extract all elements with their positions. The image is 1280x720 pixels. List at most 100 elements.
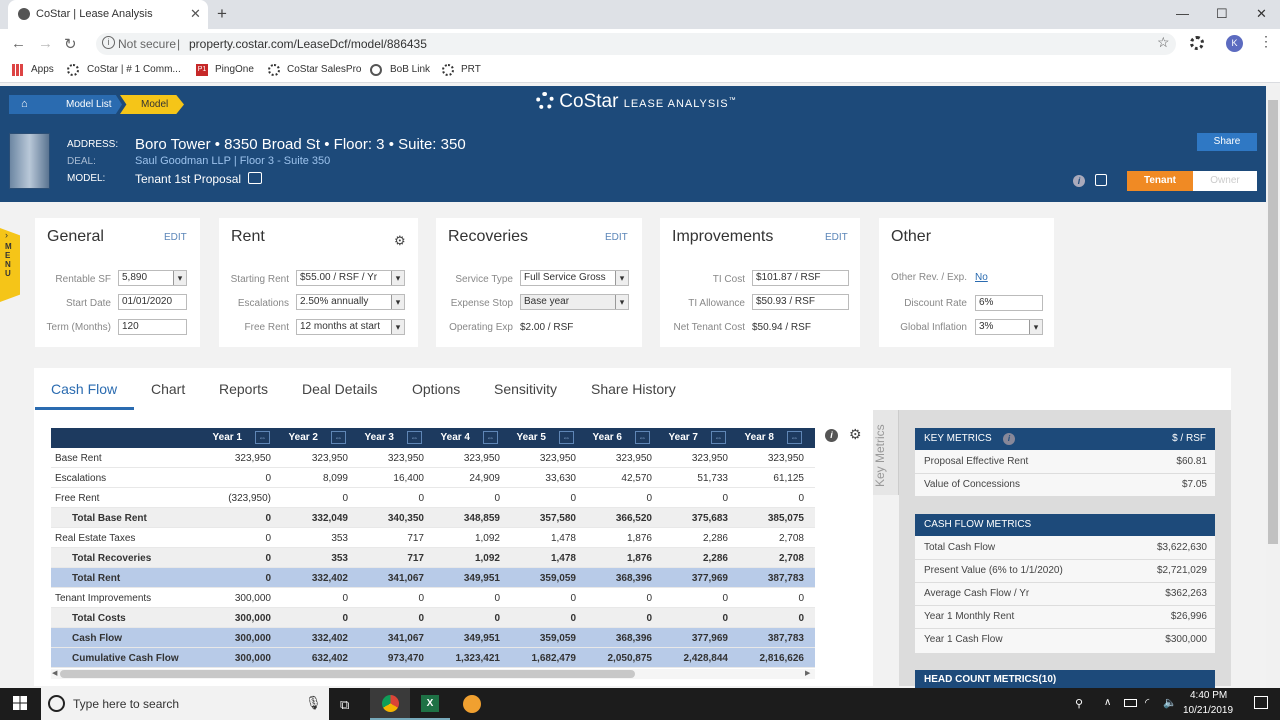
maximize-button[interactable]: ☐ [1216,6,1228,22]
key-metrics-info-icon[interactable]: i [1003,433,1015,445]
battery-icon[interactable] [1124,699,1137,707]
expand-column-icon[interactable]: ⇔ [787,431,802,444]
discount-rate-input[interactable]: 6% [975,295,1043,311]
url-text[interactable]: property.costar.com/LeaseDcf/model/88643… [189,37,427,51]
bookmark-bob-link[interactable]: BoB Link [390,64,430,75]
profile-avatar[interactable]: K [1226,35,1243,52]
browser-tab[interactable]: CoStar | Lease Analysis ✕ [8,0,208,29]
bookmark-pingone[interactable]: PingOne [215,64,254,75]
people-icon[interactable]: ⚲ [1075,697,1083,710]
bookmark-costar[interactable]: CoStar | # 1 Comm... [87,64,181,75]
service-type-select[interactable]: Full Service Gross [520,270,629,286]
taskbar-excel[interactable]: X [410,688,450,720]
scroll-right-icon[interactable]: ▶ [805,669,810,677]
notification-icon[interactable] [1254,696,1268,709]
info-icon[interactable]: i [1073,175,1085,187]
table-cell: 387,783 [767,633,804,644]
recoveries-edit-link[interactable]: EDIT [605,232,628,243]
tab-cash-flow[interactable]: Cash Flow [51,381,117,397]
column-header-year-6: Year 6 [592,432,622,443]
comment-icon[interactable] [248,172,262,184]
external-link-icon[interactable] [1095,174,1107,186]
tab-reports[interactable]: Reports [219,381,268,397]
ti-cost-input[interactable]: $101.87 / RSF [752,270,849,286]
improvements-edit-link[interactable]: EDIT [825,232,848,243]
table-info-icon[interactable]: i [825,429,838,442]
taskbar-chrome[interactable] [370,688,410,720]
bookmark-apps[interactable]: Apps [31,64,54,75]
table-settings-gear-icon[interactable]: ⚙ [849,426,862,443]
start-date-input[interactable]: 01/01/2020 [118,294,187,310]
table-cell: 0 [418,493,424,504]
ti-allowance-input[interactable]: $50.93 / RSF [752,294,849,310]
bookmark-salespro[interactable]: CoStar SalesPro [287,64,361,75]
window-close-button[interactable]: ✕ [1256,6,1267,22]
breadcrumb-model-list[interactable]: Model List [45,95,122,114]
model-label: MODEL: [67,173,106,184]
table-cell: 323,950 [767,453,804,464]
general-edit-link[interactable]: EDIT [164,232,187,243]
term-input[interactable]: 120 [118,319,187,335]
clock-time[interactable]: 4:40 PM [1190,690,1227,701]
table-cell: 385,075 [767,513,804,524]
deal-value[interactable]: Saul Goodman LLP | Floor 3 - Suite 350 [135,155,330,167]
home-button[interactable]: ⌂ [9,95,45,114]
table-cell: 2,428,844 [683,653,729,664]
new-tab-button[interactable]: + [217,4,227,24]
general-title: General [47,228,104,245]
page-scrollbar-thumb[interactable] [1268,100,1278,544]
tab-deal-details[interactable]: Deal Details [302,381,377,397]
tray-chevron-icon[interactable]: ∧ [1104,697,1111,708]
extension-icon[interactable] [1190,36,1204,50]
table-cell: 0 [494,493,500,504]
row-label: Base Rent [55,453,102,464]
table-scroll-thumb[interactable] [60,670,635,678]
task-view-icon[interactable]: ⧉ [340,697,349,713]
back-arrow-icon[interactable]: ← [11,35,26,52]
owner-toggle[interactable]: Owner [1193,171,1257,191]
free-rent-select[interactable]: 12 months at start [296,319,405,335]
forward-arrow-icon[interactable]: → [38,35,53,52]
tab-close-icon[interactable]: ✕ [190,6,201,22]
microphone-icon[interactable]: 🎙 [305,695,322,711]
starting-rent-select[interactable]: $55.00 / RSF / Yr [296,270,405,286]
tenant-toggle[interactable]: Tenant [1127,171,1193,191]
table-row: Cumulative Cash Flow 300,000 632,402 973,47… [51,648,815,668]
share-button[interactable]: Share [1197,133,1257,151]
tab-options[interactable]: Options [412,381,460,397]
taskbar-app[interactable] [452,688,492,720]
table-row: Cash Flow 300,000 332,402 341,067 349,951 359… [51,628,815,648]
windows-start-icon[interactable] [13,696,27,710]
expense-stop-select[interactable]: Base year [520,294,629,310]
other-rev-link[interactable]: No [975,272,988,283]
apps-grid-icon [12,64,24,76]
escalations-select[interactable]: 2.50% annually [296,294,405,310]
reload-icon[interactable]: ↻ [64,35,77,53]
tab-chart[interactable]: Chart [151,381,185,397]
pingone-icon: P1 [196,64,208,76]
side-menu-tab[interactable]: › MENU [0,228,20,302]
global-inflation-select[interactable]: 3% [975,319,1043,335]
info-icon[interactable]: i [102,36,115,49]
table-cell: 16,400 [393,473,424,484]
free-rent-label: Free Rent [244,322,289,333]
rent-settings-gear-icon[interactable]: ⚙ [394,233,406,249]
breadcrumb-model[interactable]: Model [120,95,184,114]
head-count-metrics-title: HEAD COUNT METRICS(10) [924,674,1057,685]
rentable-sf-select[interactable]: 5,890 [118,270,187,286]
table-cell: 300,000 [234,613,271,624]
tab-sensitivity[interactable]: Sensitivity [494,381,557,397]
wifi-icon[interactable]: ◜ [1145,696,1149,709]
table-cell: 341,067 [387,633,424,644]
bookmark-star-icon[interactable]: ☆ [1157,34,1170,51]
clock-date[interactable]: 10/21/2019 [1183,705,1233,716]
url-bar[interactable]: i Not secure | property.costar.com/Lease… [96,33,1176,55]
taskbar-search-box[interactable]: Type here to search 🎙 [41,688,329,720]
volume-icon[interactable]: 🔈 [1163,696,1177,709]
bookmark-prt[interactable]: PRT [461,64,481,75]
minimize-button[interactable]: — [1176,6,1189,21]
browser-menu-icon[interactable]: ⋮ [1259,33,1273,50]
table-cell: 0 [646,593,652,604]
tab-share-history[interactable]: Share History [591,381,676,397]
scroll-left-icon[interactable]: ◀ [52,669,57,677]
